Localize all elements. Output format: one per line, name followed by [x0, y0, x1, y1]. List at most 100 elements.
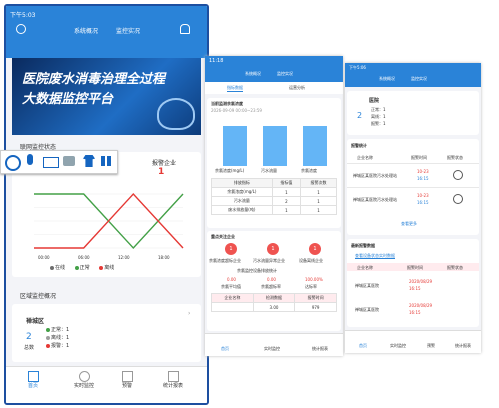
mini-value-2: 0.00	[267, 277, 276, 282]
col-time: 报警时间	[411, 155, 427, 160]
indicator-table: 排放指标 指标值 报警次数 余氯浓度(mg/L) 1 1 污水流量 2 1 废水排放量(吨)…	[211, 178, 337, 215]
mini-label-3: 达标率	[305, 284, 317, 289]
nav-realtime[interactable]: 实时监控	[385, 343, 411, 349]
subtabs: 指标数据 运营分析	[205, 82, 343, 94]
alarm-status-icon[interactable]	[453, 170, 463, 180]
col-status: 报警状态	[447, 155, 463, 160]
realtime-link[interactable]: 查看设备状态实时数据	[355, 253, 395, 259]
tab-overview[interactable]: 系统概况	[379, 76, 395, 82]
date-range: 2026-09-09 00:00~23:59	[211, 108, 262, 113]
chart-legend: 在线 正常 离线	[50, 264, 114, 271]
indicator-card: 当前监测余氯浓度 2026-09-09 00:00~23:59 余氯浓度(mg/…	[207, 98, 341, 228]
focus-table: 企业名称 检测数据 报警时间 3.00 979	[211, 293, 337, 312]
latest-row-name-1: 禅城区某医院	[355, 283, 379, 288]
alarm-row-time-2: 16:15	[417, 200, 429, 205]
region-unit: 总数	[24, 345, 35, 351]
phone-screen-alarms: 下午5:06 系统概况 监控实况 医院 2 正常：1 离线：1 报警：1 报警统…	[345, 63, 481, 353]
alarm-status-icon[interactable]	[453, 194, 463, 204]
input-toolbar	[0, 150, 118, 174]
status-time: 11:18	[209, 58, 224, 64]
bar-1	[223, 126, 247, 166]
bell-icon[interactable]	[180, 24, 190, 34]
region-name: 禅城区	[26, 318, 45, 325]
bottom-nav: 首页 实时监控 预警 统计报表	[6, 366, 207, 403]
header: 下午5:06 系统概况 监控实况	[345, 63, 481, 87]
tab-overview[interactable]: 系统概况	[74, 26, 98, 35]
subtab-indicators[interactable]: 指标数据	[227, 85, 243, 92]
hospital-card[interactable]: 医院 2 正常：1 离线：1 报警：1	[347, 91, 479, 135]
legend-offline: 离线	[104, 265, 115, 271]
user-icon[interactable]	[16, 24, 26, 34]
alarm-count: 1	[158, 167, 165, 177]
region-stat-offline: 离线：1	[46, 334, 69, 341]
phone-screen-main: 下午5:03 系统概况 监控实况 医院废水消毒治理全过程 大数据监控平台 联网监…	[4, 4, 209, 405]
mini-label-2: 余氯超标率	[261, 284, 281, 289]
mini-title: 余氯监控设备排放统计	[237, 268, 277, 273]
mini-value-1: 0.00	[227, 277, 236, 282]
alarm-row-time-1: 16:15	[417, 176, 429, 181]
x-tick-3: 18:00	[158, 255, 170, 260]
latest-alarm-card: 最新报警数据 查看设备状态实时数据 企业名称 报警时间 报警状态 禅城区某医院 …	[347, 239, 479, 327]
bar-3	[303, 126, 327, 166]
status-chart	[34, 192, 184, 250]
tab-monitor[interactable]: 监控实况	[116, 26, 140, 35]
bar-label-1: 余氯浓度(mg/L)	[215, 168, 245, 173]
region-stat-alarm: 报警：1	[46, 342, 69, 349]
nav-alert[interactable]: 预警	[116, 371, 138, 389]
keyboard-icon[interactable]	[43, 157, 59, 168]
nav-home[interactable]: 首页	[22, 371, 44, 389]
caption-1: 余氯浓度超标企业	[209, 258, 241, 263]
hospital-title: 医院	[369, 98, 380, 104]
apps-grid-icon[interactable]	[101, 156, 111, 166]
nav-realtime[interactable]: 实时监控	[70, 371, 98, 389]
nav-home[interactable]: 首页	[353, 343, 373, 349]
region-count: 2	[26, 332, 32, 342]
home-icon	[27, 371, 39, 382]
col2-status: 报警状态	[447, 265, 463, 270]
alarm-label: 报警企业	[152, 160, 177, 167]
nav-report[interactable]: 统计报表	[305, 346, 335, 352]
warning-icon	[121, 371, 133, 382]
section-focus: 重点关注企业	[211, 234, 235, 239]
shirt-icon[interactable]	[83, 155, 95, 167]
robot-icon[interactable]	[63, 156, 75, 166]
nav-report[interactable]: 统计报表	[449, 343, 477, 349]
nav-home[interactable]: 首页	[213, 346, 237, 352]
alarm-row-date-2: 10-23	[417, 193, 429, 198]
tab-overview[interactable]: 系统概况	[245, 71, 261, 77]
phone-screen-indicators: 11:18 系统概况 监控实况 指标数据 运营分析 当前监测余氯浓度 2026-…	[205, 56, 343, 356]
hospital-stat-normal: 正常：1	[371, 107, 386, 112]
legend-normal: 正常	[79, 265, 90, 271]
alarm-row-name-2: 禅城区某医院污水处理站	[353, 197, 397, 202]
count-badge-1[interactable]: 1	[225, 243, 237, 255]
nav-report[interactable]: 统计报表	[158, 371, 188, 389]
x-tick-2: 12:00	[118, 255, 130, 260]
caption-2: 污水流量异常企业	[253, 258, 285, 263]
region-card[interactable]: 禅城区 2 总数 正常：1 离线：1 报警：1 ›	[12, 304, 201, 362]
count-badge-3[interactable]: 1	[309, 243, 321, 255]
table-row: 污水流量 2 1	[211, 196, 337, 206]
legend-dot-offline	[99, 265, 104, 270]
latest-row-date-1: 2020/08/29	[409, 279, 433, 284]
microphone-icon[interactable]	[27, 154, 33, 165]
smile-icon[interactable]	[5, 155, 21, 171]
col-name: 企业名称	[357, 155, 373, 160]
section-alarm-stats: 报警统计	[351, 143, 367, 148]
chevron-right-icon[interactable]: ›	[188, 310, 190, 317]
section-latest: 最新报警数据	[351, 243, 375, 248]
view-more-link[interactable]: 查看更多	[401, 221, 417, 227]
nav-alert[interactable]: 预警	[421, 343, 441, 349]
bar-label-2: 污水流量	[261, 168, 277, 173]
tab-monitor[interactable]: 监控实况	[411, 76, 427, 82]
legend-online: 在线	[55, 265, 66, 271]
subtab-operation[interactable]: 运营分析	[289, 85, 305, 91]
section-region-overview: 区域监控概况	[20, 293, 57, 300]
count-badge-2[interactable]: 1	[267, 243, 279, 255]
alarm-row-date-1: 10-23	[417, 169, 429, 174]
bottom-nav: 首页 实时监控 统计报表	[205, 333, 343, 356]
banner: 医院废水消毒治理全过程 大数据监控平台	[12, 58, 201, 135]
tab-monitor[interactable]: 监控实况	[277, 71, 293, 77]
hospital-stat-offline: 离线：1	[371, 114, 386, 119]
nav-realtime[interactable]: 实时监控	[257, 346, 287, 352]
focus-card: 重点关注企业 1 1 1 余氯浓度超标企业 污水流量异常企业 设备离线企业 余氯…	[207, 231, 341, 331]
